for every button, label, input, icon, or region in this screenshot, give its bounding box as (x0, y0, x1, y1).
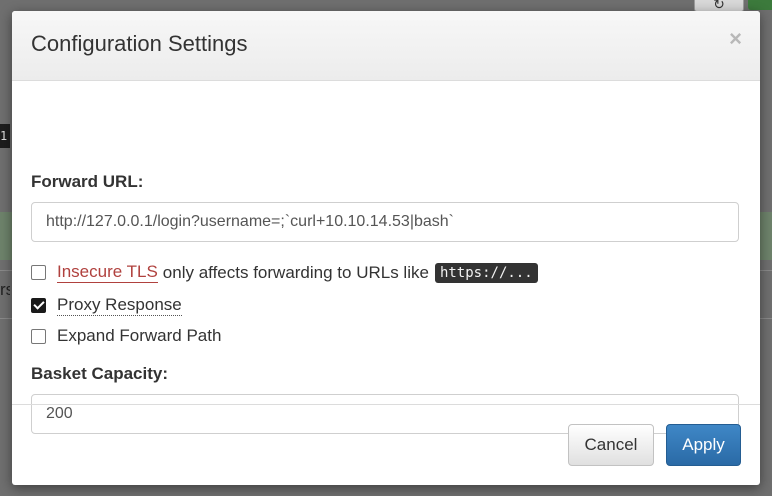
expand-forward-path-row: Expand Forward Path (31, 326, 221, 346)
forward-url-label: Forward URL: (31, 172, 144, 191)
close-icon[interactable]: × (729, 27, 742, 51)
configuration-modal: Configuration Settings × Forward URL: In… (12, 11, 760, 485)
background-green-button (748, 0, 772, 10)
basket-capacity-label: Basket Capacity: (31, 364, 169, 383)
insecure-tls-description: only affects forwarding to URLs like (162, 262, 429, 282)
proxy-response-row: Proxy Response (31, 295, 182, 316)
apply-button[interactable]: Apply (666, 424, 741, 466)
modal-body: Forward URL: Insecure TLS only affects f… (12, 81, 760, 434)
proxy-response-label[interactable]: Proxy Response (57, 295, 182, 316)
cancel-button[interactable]: Cancel (568, 424, 654, 466)
background-tag: 1 (0, 124, 10, 148)
modal-header: Configuration Settings × (12, 11, 760, 81)
background-text: rs (0, 280, 10, 299)
modal-title: Configuration Settings (31, 31, 248, 56)
insecure-tls-checkbox[interactable] (31, 265, 46, 280)
expand-forward-path-checkbox[interactable] (31, 328, 46, 344)
proxy-response-checkbox[interactable] (31, 298, 46, 313)
insecure-tls-row: Insecure TLS only affects forwarding to … (31, 262, 538, 283)
modal-footer: Cancel Apply (12, 404, 760, 485)
forward-url-input[interactable] (31, 202, 739, 242)
https-code-sample: https://... (434, 262, 538, 283)
insecure-tls-link[interactable]: Insecure TLS (57, 262, 158, 283)
expand-forward-path-label[interactable]: Expand Forward Path (57, 326, 221, 346)
